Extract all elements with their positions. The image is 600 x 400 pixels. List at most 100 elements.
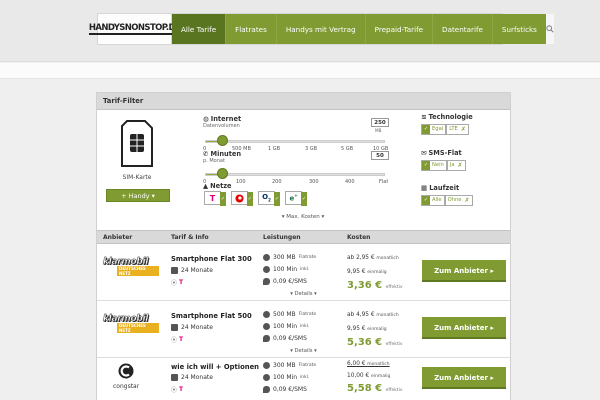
effective-sub: effektiv [385, 388, 403, 393]
network-eplus[interactable]: e+ ✓ [285, 191, 307, 206]
congstar-logo-icon [118, 363, 134, 379]
network-vodafone[interactable]: ✓ [231, 191, 253, 206]
internet-slider-handle[interactable] [217, 135, 228, 146]
tick-label: 5 GB [341, 146, 354, 152]
sms-flat-filter: ✉ SMS-Flat ✓ Nein Ja ✗ [421, 149, 466, 171]
laufzeit-option-alle[interactable]: ✓ Alle [421, 195, 445, 206]
tariff-name[interactable]: Smartphone Flat 300 [171, 255, 252, 263]
globe-icon [263, 362, 270, 369]
price-prefix: ab [347, 312, 355, 318]
monthly-value: 2,95 € [356, 255, 375, 261]
provider-logo[interactable]: congstar [113, 363, 153, 399]
provider-name: congstar [113, 383, 140, 390]
minuten-value[interactable]: 50 [371, 151, 389, 160]
laufzeit-option-ohne[interactable]: Ohne ✗ [444, 195, 473, 206]
telekom-logo: T [179, 336, 184, 343]
phone-icon [263, 266, 270, 273]
internet-slider[interactable] [205, 140, 385, 143]
one-time-price: 9,95 € einmalig [347, 326, 387, 332]
add-handy-button[interactable]: + Handy ▾ [106, 189, 170, 202]
zum-anbieter-button[interactable]: Zum Anbieter ▸ [422, 260, 506, 282]
effective-value: 3,36 € [347, 280, 383, 291]
tariff-name[interactable]: wie ich will + Optionen [171, 363, 259, 371]
minuten-title: Minuten [210, 150, 242, 158]
nav-links: Alle Tarife Flatrates Handys mit Vertrag… [172, 14, 546, 44]
technologie-filter: ≋ Technologie ✓ Egal LTE ✗ [421, 113, 473, 135]
minuten-slider-handle[interactable] [217, 168, 228, 179]
effective-value: 5,58 € [347, 383, 383, 394]
tariff-term: 24 Monate [181, 374, 213, 381]
details-toggle[interactable]: ▾ Details ▾ [97, 348, 510, 354]
provider-logo[interactable]: klarmobil DEUTSCHES NETZ [103, 257, 159, 277]
tick-label: 1 GB [268, 146, 281, 152]
sms-flat-title: SMS-Flat [428, 149, 462, 157]
data-volume-sub: Flatrate [298, 363, 317, 368]
tick-label: 400 [345, 179, 355, 185]
sim-card-icon [121, 120, 153, 167]
filter-title: Tarif-Filter [97, 93, 510, 110]
once-sub: einmalig [367, 270, 387, 275]
nav-surfsticks[interactable]: Surfsticks [493, 14, 546, 44]
sms-icon: ✉ [421, 149, 427, 157]
table-row: klarmobil DEUTSCHES NETZ Smartphone Flat… [97, 302, 510, 358]
zum-anbieter-button[interactable]: Zum Anbieter ▸ [422, 317, 506, 339]
sms-icon [263, 278, 270, 285]
zum-anbieter-button[interactable]: Zum Anbieter ▸ [422, 367, 506, 389]
telekom-logo: T [179, 386, 184, 393]
price-prefix: ab [347, 255, 355, 261]
one-time-price: 10,00 € einmalig [347, 373, 390, 379]
phone-icon [263, 323, 270, 330]
sms-option-ja[interactable]: Ja ✗ [446, 160, 466, 171]
network-telekom[interactable]: T ✓ [204, 191, 226, 206]
netze-filter: ▲ Netze [203, 182, 232, 190]
nav-handys-mit-vertrag[interactable]: Handys mit Vertrag [277, 14, 366, 44]
data-volume: 300 MB [273, 254, 296, 261]
monthly-sub: monatlich [376, 313, 399, 318]
data-volume-sub: Flatrate [298, 312, 317, 317]
close-icon: ✗ [460, 126, 466, 133]
top-bar: HANDYSNONSTOP.DE Alle Tarife Flatrates H… [0, 0, 600, 62]
signal-icon: ⦿ [171, 280, 178, 287]
once-value: 9,95 € [347, 326, 366, 332]
minutes: 100 Min [273, 374, 298, 381]
netze-title: Netze [210, 182, 232, 190]
minuten-slider[interactable] [205, 173, 385, 176]
header-leistungen: Leistungen [263, 234, 301, 241]
sms-price: 0,09 €/SMS [273, 278, 307, 285]
signal-icon: ▲ [203, 182, 209, 190]
sms-option-nein[interactable]: ✓ Nein [421, 160, 447, 171]
main-navigation: HANDYSNONSTOP.DE Alle Tarife Flatrates H… [88, 13, 554, 45]
max-kosten-toggle[interactable]: ▾ Max. Kosten ▾ [203, 214, 403, 220]
nav-datentarife[interactable]: Datentarife [433, 14, 493, 44]
network-o2[interactable]: O2 ✓ [258, 191, 280, 206]
tariff-name[interactable]: Smartphone Flat 500 [171, 312, 252, 320]
nav-alle-tarife[interactable]: Alle Tarife [172, 14, 227, 44]
provider-logo[interactable]: klarmobil DEUTSCHES NETZ [103, 314, 159, 334]
nav-prepaid-tarife[interactable]: Prepaid-Tarife [366, 14, 434, 44]
monthly-value: 6,00 € [347, 361, 366, 367]
effective-sub: effektiv [385, 285, 403, 290]
monthly-price: ab 4,95 € monatlich [347, 312, 399, 318]
effective-value: 5,36 € [347, 337, 383, 348]
vodafone-logo [235, 193, 244, 203]
nav-flatrates[interactable]: Flatrates [226, 14, 277, 44]
option-label: Ja [449, 162, 455, 168]
option-label: Nein [432, 162, 444, 168]
technologie-option-egal[interactable]: ✓ Egal [421, 124, 447, 135]
check-icon: ✓ [422, 161, 430, 170]
effective-price: 5,36 € effektiv [347, 337, 403, 348]
close-icon: ✗ [464, 197, 470, 204]
minutes-sub: inkl. [300, 324, 310, 329]
search-icon[interactable] [545, 14, 554, 44]
phone-icon [263, 374, 270, 381]
sms-icon [263, 386, 270, 393]
site-logo[interactable]: HANDYSNONSTOP.DE [88, 14, 181, 44]
monthly-price: 6,00 € monatlich [347, 361, 390, 367]
header-anbieter: Anbieter [103, 234, 133, 241]
tariff-term: 24 Monate [181, 324, 213, 331]
internet-sub: Datenvolumen [203, 123, 240, 129]
laufzeit-title: Laufzeit [429, 184, 460, 192]
details-toggle[interactable]: ▾ Details ▾ [97, 291, 510, 297]
technologie-option-lte[interactable]: LTE ✗ [446, 124, 469, 135]
internet-value[interactable]: 250 [371, 118, 389, 127]
